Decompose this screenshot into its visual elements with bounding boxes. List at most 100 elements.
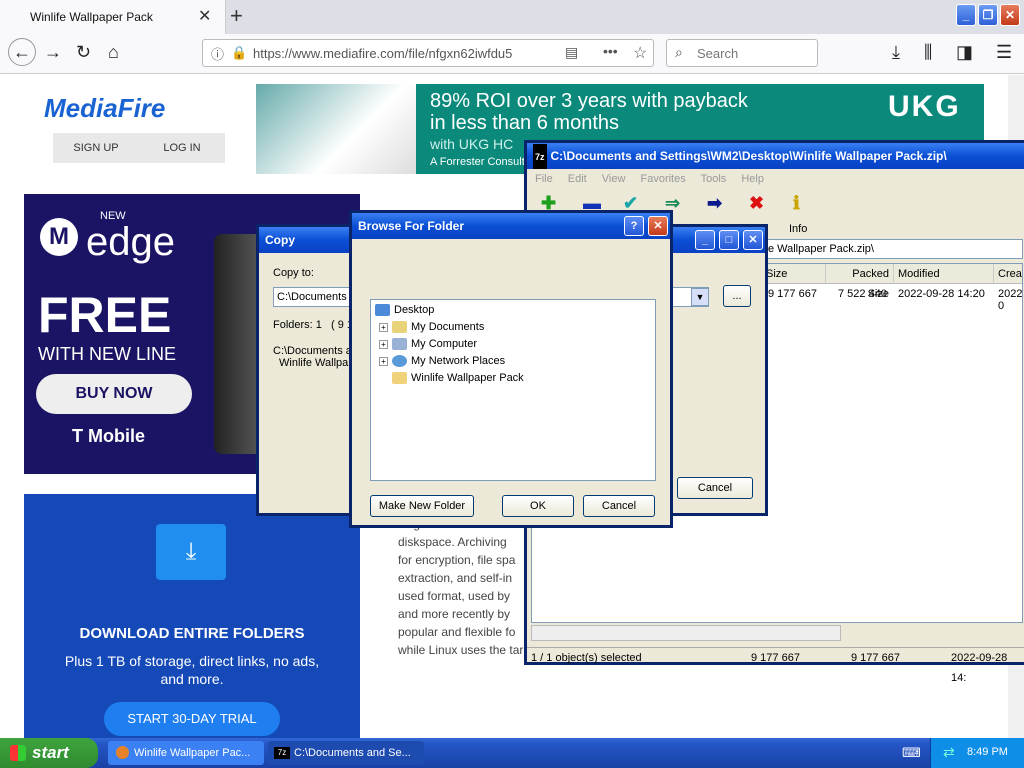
tree-item-my-documents[interactable]: + My Documents [379, 321, 484, 334]
move-icon[interactable]: ➡ [707, 193, 722, 214]
make-new-folder-button[interactable]: Make New Folder [370, 495, 474, 517]
start-button[interactable]: start [0, 738, 98, 768]
sevenzip-app-icon: 7z [533, 144, 547, 170]
article-line: and more recently by [398, 607, 511, 621]
search-icon: ⌕ [675, 44, 683, 60]
tab-close-icon[interactable]: ✕ [198, 6, 211, 26]
info-icon[interactable]: ℹ [793, 193, 800, 214]
tree-label: My Network Places [411, 355, 506, 367]
page-actions-icon[interactable]: ••• [603, 43, 618, 59]
expand-icon[interactable]: + [379, 356, 388, 366]
search-box[interactable]: ⌕ Search [666, 39, 818, 67]
copy-browse-button[interactable]: ... [723, 285, 751, 307]
article-line: for encryption, file spa [398, 553, 516, 567]
url-bar[interactable]: ⓘ 🔒 https://www.mediafire.com/file/nfgxn… [202, 39, 654, 67]
taskbar-item-7zip[interactable]: 7z C:\Documents and Se... [268, 741, 424, 765]
article-text: single file to make thediskspace. Archiv… [398, 515, 604, 659]
copy-folders: Folders: 1 [273, 319, 322, 331]
download-icon[interactable]: ⤓ [892, 42, 900, 63]
browse-title: Browse For Folder [358, 219, 465, 233]
tree-label: Desktop [394, 304, 435, 316]
menu-item-favorites[interactable]: Favorites [641, 173, 701, 185]
copy-cancel-button[interactable]: Cancel [677, 477, 753, 499]
back-arrow-icon[interactable]: ← [8, 38, 36, 66]
menu-item-tools[interactable]: Tools [701, 173, 742, 185]
copy-maximize-icon[interactable]: □ [719, 230, 739, 250]
library-icon[interactable]: ⫼ [924, 42, 932, 63]
tab-winlife[interactable]: Winlife Wallpaper Pack ✕ [0, 0, 226, 34]
browse-close-icon[interactable]: ✕ [648, 216, 668, 236]
lock-icon: 🔒 [231, 45, 248, 60]
ad-free: FREE [38, 287, 172, 343]
taskbar-item-firefox[interactable]: Winlife Wallpaper Pac... [108, 741, 264, 765]
buy-now-button[interactable]: BUY NOW [36, 374, 192, 414]
status-packed: 9 177 667 [851, 652, 900, 664]
menu-item-help[interactable]: Help [741, 173, 764, 185]
mediafire-logo[interactable]: MediaFire [44, 93, 165, 124]
article-line: popular and flexible fo [398, 625, 516, 639]
copy-path-line1: C:\Documents a [273, 345, 352, 357]
menu-item-edit[interactable]: Edit [568, 173, 602, 185]
promo-banner: ⤓ DOWNLOAD ENTIRE FOLDERS Plus 1 TB of s… [24, 494, 360, 740]
browse-help-icon[interactable]: ? [624, 216, 644, 236]
url-text[interactable]: https://www.mediafire.com/file/nfgxn62iw… [253, 46, 513, 61]
menu-item-file[interactable]: File [535, 173, 568, 185]
browse-titlebar[interactable]: Browse For Folder ? ✕ [352, 213, 670, 239]
taskbar-item-label: C:\Documents and Se... [294, 747, 411, 759]
download-folder-icon: ⤓ [156, 524, 226, 580]
copy-close-icon[interactable]: ✕ [743, 230, 763, 250]
tree-label: My Computer [411, 338, 478, 350]
delete-icon[interactable]: ✖ [749, 193, 764, 214]
info-label[interactable]: Info [789, 223, 807, 235]
menu-icon[interactable]: ☰ [996, 42, 1012, 63]
new-tab-button[interactable]: + [230, 3, 243, 29]
row-modified: 2022-09-28 14:20 [898, 288, 985, 300]
col-modified[interactable]: Modified [894, 264, 994, 284]
col-packed-size[interactable]: Packed Size [826, 264, 894, 300]
tree-item-my-computer[interactable]: + My Computer [379, 338, 478, 351]
copy-to-dropdown-icon[interactable]: ▼ [691, 288, 709, 306]
row-created: 2022-0 [998, 288, 1023, 312]
row-size: 9 177 667 [768, 288, 817, 300]
sidebar-icon[interactable]: ◨ [956, 42, 973, 63]
col-created[interactable]: Create [994, 264, 1022, 284]
taskbar: start Winlife Wallpaper Pac... 7z C:\Doc… [0, 738, 1024, 768]
copy-minimize-icon[interactable]: _ [695, 230, 715, 250]
restore-button[interactable]: ❐ [978, 4, 998, 26]
keyboard-icon[interactable]: ⌨ [902, 745, 921, 761]
browse-cancel-button[interactable]: Cancel [583, 495, 655, 517]
close-button[interactable]: ✕ [1000, 4, 1020, 26]
log-in-button[interactable]: LOG IN [139, 133, 225, 163]
expand-icon[interactable]: + [379, 322, 388, 332]
network-icon [392, 355, 407, 368]
row-packed: 7 522 440 [838, 288, 887, 300]
menu-item-view[interactable]: View [602, 173, 641, 185]
article-line: while Linux uses the tar and gz format. [398, 643, 604, 657]
expand-icon[interactable]: + [379, 339, 388, 349]
home-icon[interactable]: ⌂ [108, 42, 119, 63]
ad-photo [256, 84, 416, 174]
folder-tree[interactable]: Desktop + My Documents + My Computer + My N… [370, 299, 656, 481]
computer-icon [392, 338, 407, 351]
minimize-button[interactable]: _ [956, 4, 976, 26]
sevenzip-titlebar[interactable]: 7z C:\Documents and Settings\WM2\Desktop\… [527, 143, 1024, 170]
status-date: 2022-09-28 14: [951, 652, 1008, 684]
bookmark-star-icon[interactable]: ☆ [633, 43, 647, 63]
sign-up-button[interactable]: SIGN UP [53, 133, 139, 163]
forward-arrow-icon[interactable]: → [44, 42, 62, 63]
list-hscrollbar[interactable] [531, 625, 841, 641]
article-line: used format, used by [398, 589, 511, 603]
tree-item-desktop[interactable]: Desktop [375, 304, 435, 317]
tree-item-network[interactable]: + My Network Places [379, 355, 506, 368]
ok-button[interactable]: OK [502, 495, 574, 517]
network-tray-icon[interactable]: ⇄ [943, 744, 955, 761]
info-icon[interactable]: ⓘ [211, 44, 224, 63]
system-tray: ⇄ 8:49 PM [930, 738, 1024, 768]
start-trial-button[interactable]: START 30-DAY TRIAL [104, 702, 280, 736]
copy-path-line2: Winlife Wallpap [279, 357, 355, 369]
reader-view-icon[interactable]: ▤ [565, 44, 578, 61]
nav-bar: ← → ↻ ⌂ ⓘ 🔒 https://www.mediafire.com/fi… [0, 34, 1024, 74]
col-size[interactable]: Size [762, 264, 826, 284]
tree-item-winlife[interactable]: Winlife Wallpaper Pack [392, 372, 524, 385]
reload-icon[interactable]: ↻ [76, 42, 91, 63]
